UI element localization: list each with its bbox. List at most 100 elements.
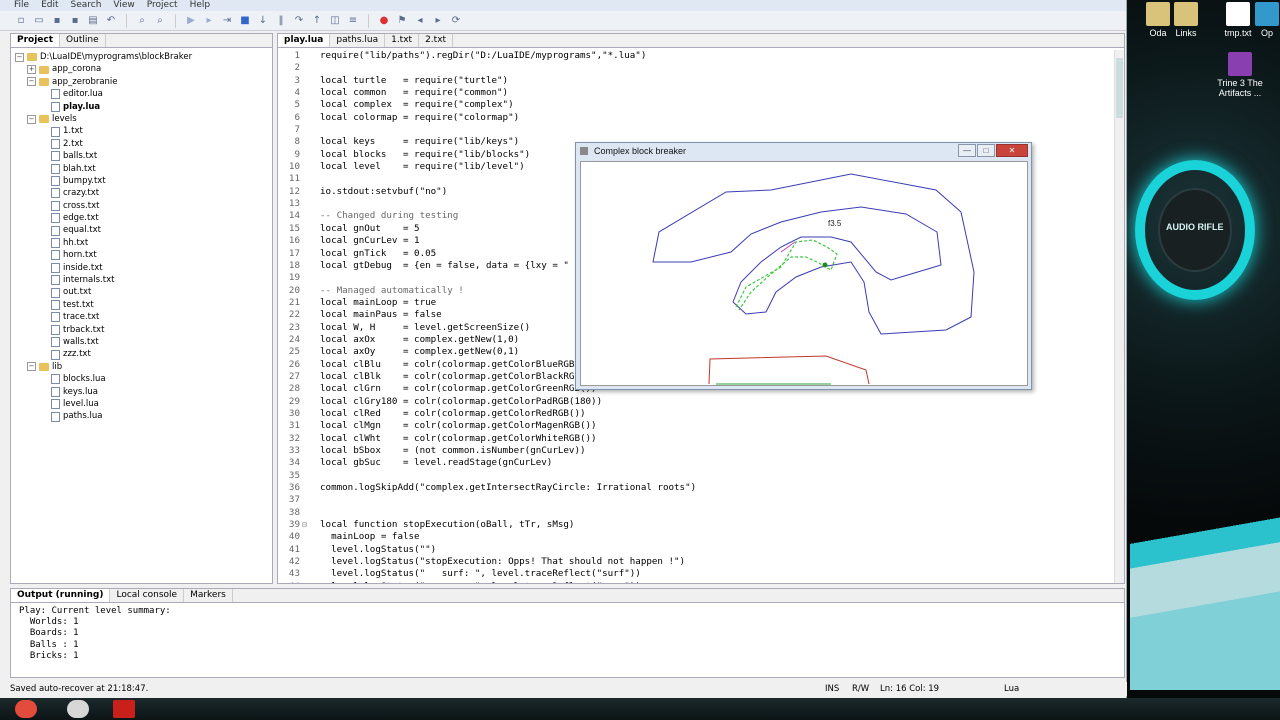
prev-bookmark-icon[interactable]: ◂	[413, 14, 427, 28]
desktop-icon-trine[interactable]: Trine 3 The Artifacts ...	[1212, 52, 1268, 98]
tree-root-item[interactable]: − D:\LuaIDE\myprograms\blockBraker	[11, 51, 272, 63]
find-icon[interactable]: ⌕	[135, 14, 149, 28]
scroll-thumb[interactable]	[1116, 58, 1123, 118]
new-file-icon[interactable]: ▫	[14, 14, 28, 28]
tree-item-label: horn.txt	[63, 250, 97, 261]
tree-file-item[interactable]: zzz.txt	[11, 348, 272, 360]
tree-file-item[interactable]: paths.lua	[11, 410, 272, 422]
collapse-icon[interactable]: −	[15, 52, 24, 62]
tree-file-item[interactable]: blocks.lua	[11, 373, 272, 385]
tree-file-item[interactable]: horn.txt	[11, 249, 272, 261]
tab-outline[interactable]: Outline	[60, 34, 106, 47]
code-text: level.logStatus(" surf: ", level.traceRe…	[320, 568, 641, 580]
bookmark-icon[interactable]: ⚑	[395, 14, 409, 28]
line-number: 9	[294, 148, 300, 160]
minimize-button[interactable]: —	[958, 144, 976, 157]
expand-icon[interactable]: +	[27, 65, 36, 75]
tab-local-console[interactable]: Local console	[110, 589, 185, 602]
tree-file-item[interactable]: 2.txt	[11, 138, 272, 150]
code-line: 1 require("lib/paths").regDir("D:/LuaIDE/…	[278, 50, 1116, 62]
line-number: 32	[288, 432, 300, 444]
tree-file-item[interactable]: balls.txt	[11, 150, 272, 162]
code-line: 42 level.logStatus("stopExecution: Opps!…	[278, 556, 1116, 568]
tree-file-item[interactable]: crazy.txt	[11, 187, 272, 199]
run-icon[interactable]: ▶	[184, 14, 198, 28]
tab-paths-lua[interactable]: paths.lua	[330, 34, 386, 47]
tree-folder-item[interactable]: − lib	[11, 361, 272, 373]
folder-icon	[39, 65, 49, 74]
tree-file-item[interactable]: trace.txt	[11, 311, 272, 323]
tree-file-item[interactable]: trback.txt	[11, 324, 272, 336]
menu-view[interactable]: View	[113, 0, 134, 11]
compass-icon[interactable]	[67, 700, 89, 718]
step-into-icon[interactable]: ↓	[256, 14, 270, 28]
tree-file-item[interactable]: internals.txt	[11, 274, 272, 286]
code-text: require("lib/paths").regDir("D:/LuaIDE/m…	[320, 50, 647, 61]
project-dir-icon[interactable]: ▤	[86, 14, 100, 28]
menu-file[interactable]: File	[14, 0, 29, 11]
run-to-cursor-icon[interactable]: ⇥	[220, 14, 234, 28]
tree-file-item[interactable]: out.txt	[11, 286, 272, 298]
pause-icon[interactable]: ‖	[274, 14, 288, 28]
tab-play-lua[interactable]: play.lua	[278, 34, 331, 47]
tree-file-item[interactable]: walls.txt	[11, 336, 272, 348]
code-line: 31 local clMgn = colr(colormap.getColorMa…	[278, 420, 1116, 432]
stack-icon[interactable]: ≡	[346, 14, 360, 28]
stop-icon[interactable]: ■	[238, 14, 252, 28]
refresh-icon[interactable]: ⟳	[449, 14, 463, 28]
undo-icon[interactable]: ↶	[104, 14, 118, 28]
game-canvas[interactable]: f3.5	[580, 161, 1028, 386]
breakpoint-icon[interactable]: ●	[377, 14, 391, 28]
find-in-files-icon[interactable]: ⌕	[153, 14, 167, 28]
tab-markers[interactable]: Markers	[184, 589, 233, 602]
open-file-icon[interactable]: ▭	[32, 14, 46, 28]
tab-project[interactable]: Project	[11, 34, 61, 47]
menu-help[interactable]: Help	[190, 0, 211, 11]
menu-search[interactable]: Search	[71, 0, 102, 11]
tree-item-label: crazy.txt	[63, 188, 100, 199]
fold-marker-icon[interactable]: ⊟	[302, 519, 320, 531]
tree-file-item[interactable]: test.txt	[11, 299, 272, 311]
lua-file-icon	[51, 399, 60, 410]
collapse-icon[interactable]: −	[27, 114, 36, 124]
watch-icon[interactable]: ◫	[328, 14, 342, 28]
game-window-titlebar[interactable]: Complex block breaker — □ ✕	[576, 143, 1031, 160]
save-all-icon[interactable]: ▪	[68, 14, 82, 28]
tree-file-item[interactable]: cross.txt	[11, 200, 272, 212]
step-out-icon[interactable]: ↑	[310, 14, 324, 28]
tree-file-item[interactable]: equal.txt	[11, 224, 272, 236]
tree-file-item[interactable]: keys.lua	[11, 386, 272, 398]
tab-1-txt[interactable]: 1.txt	[385, 34, 420, 47]
tree-file-item[interactable]: bumpy.txt	[11, 175, 272, 187]
tree-file-item[interactable]: inside.txt	[11, 262, 272, 274]
line-number: 6	[294, 111, 300, 123]
tree-file-item[interactable]: edge.txt	[11, 212, 272, 224]
desktop-icon-op[interactable]: Op	[1254, 2, 1280, 38]
tree-folder-item[interactable]: − app_zerobranie	[11, 76, 272, 88]
tree-folder-item[interactable]: − levels	[11, 113, 272, 125]
collapse-icon[interactable]: −	[27, 362, 36, 372]
tree-folder-item[interactable]: + app_corona	[11, 63, 272, 75]
next-bookmark-icon[interactable]: ▸	[431, 14, 445, 28]
tree-file-item[interactable]: blah.txt	[11, 163, 272, 175]
menu-project[interactable]: Project	[147, 0, 178, 11]
editor-scrollbar[interactable]	[1114, 50, 1124, 583]
maximize-button[interactable]: □	[977, 144, 995, 157]
menu-edit[interactable]: Edit	[41, 0, 58, 11]
step-over-icon[interactable]: ↷	[292, 14, 306, 28]
save-icon[interactable]: ▪	[50, 14, 64, 28]
tree-file-item[interactable]: editor.lua	[11, 88, 272, 100]
tree-file-item[interactable]: level.lua	[11, 398, 272, 410]
desktop-icon-links[interactable]: Links	[1158, 2, 1214, 38]
code-line: 34 local gbSuc = level.readStage(gnCurLev…	[278, 457, 1116, 469]
chrome-icon[interactable]	[15, 700, 37, 718]
app-k-icon[interactable]	[113, 700, 135, 718]
tree-file-item[interactable]: 1.txt	[11, 125, 272, 137]
collapse-icon[interactable]: −	[27, 77, 36, 87]
tree-file-item[interactable]: play.lua	[11, 101, 272, 113]
close-button[interactable]: ✕	[996, 144, 1028, 157]
tab-2-txt[interactable]: 2.txt	[419, 34, 454, 47]
tab-output[interactable]: Output (running)	[11, 589, 111, 602]
tree-file-item[interactable]: hh.txt	[11, 237, 272, 249]
start-debug-icon[interactable]: ▸	[202, 14, 216, 28]
